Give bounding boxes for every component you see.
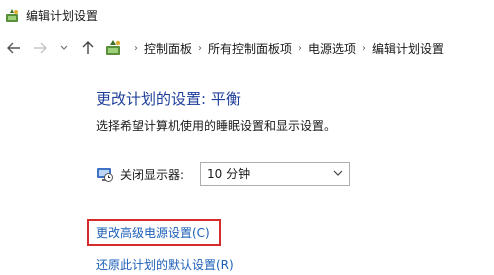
page-title: 更改计划的设置: 平衡	[96, 90, 241, 108]
power-options-icon	[6, 9, 18, 22]
chevron-down-icon	[333, 163, 343, 185]
display-off-select[interactable]: 10 分钟	[200, 162, 350, 186]
navigation-bar: › 控制面板 › 所有控制面板项 › 电源选项 › 编辑计划设置	[0, 30, 494, 66]
forward-button[interactable]	[32, 40, 48, 56]
arrow-right-icon	[34, 42, 47, 54]
display-off-value: 10 分钟	[207, 167, 251, 181]
breadcrumb-separator: ›	[134, 42, 138, 54]
breadcrumb-item-control-panel[interactable]: 控制面板	[144, 40, 192, 57]
display-off-label: 关闭显示器:	[120, 168, 185, 182]
monitor-clock-icon	[97, 168, 113, 182]
back-button[interactable]	[6, 40, 22, 56]
arrow-left-icon	[7, 42, 20, 54]
breadcrumb-item-edit-plan[interactable]: 编辑计划设置	[372, 40, 444, 57]
change-advanced-power-settings-link[interactable]: 更改高级电源设置(C)	[96, 225, 210, 241]
breadcrumb-separator: ›	[362, 42, 367, 54]
display-off-setting: 关闭显示器: 10 分钟	[96, 162, 356, 188]
page-description: 选择希望计算机使用的睡眠设置和显示设置。	[96, 119, 337, 133]
title-bar: 编辑计划设置	[0, 0, 494, 30]
arrow-up-icon	[82, 41, 94, 54]
breadcrumb-item-all-items[interactable]: 所有控制面板项	[208, 40, 292, 57]
recent-locations-button[interactable]	[58, 40, 70, 56]
breadcrumb-item-power-options[interactable]: 电源选项	[308, 40, 356, 57]
breadcrumb-separator: ›	[298, 42, 303, 54]
breadcrumb-separator: ›	[198, 42, 203, 54]
chevron-down-icon	[60, 45, 68, 50]
window-title: 编辑计划设置	[26, 9, 99, 23]
restore-default-settings-link[interactable]: 还原此计划的默认设置(R)	[96, 257, 234, 273]
address-bar[interactable]: › 控制面板 › 所有控制面板项 › 电源选项 › 编辑计划设置	[104, 36, 494, 60]
control-panel-icon	[106, 40, 121, 55]
up-button[interactable]	[80, 40, 96, 56]
